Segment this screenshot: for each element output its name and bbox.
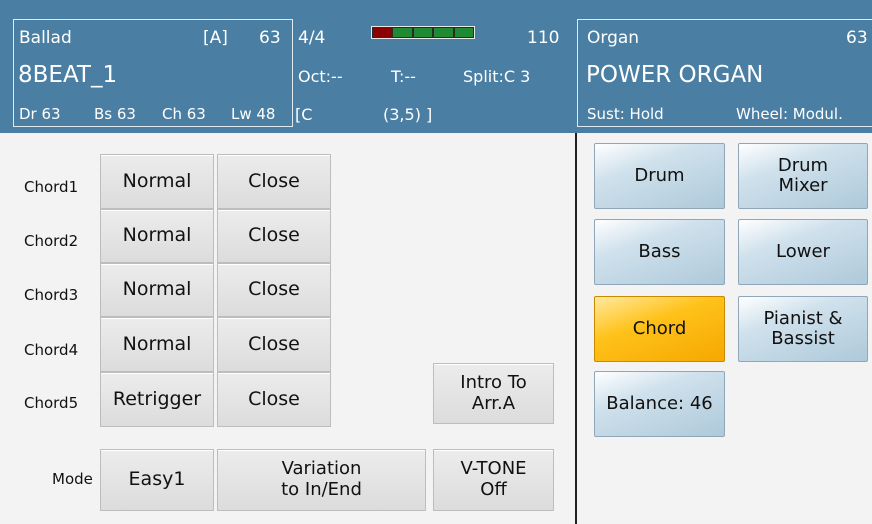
drum-mixer-button[interactable]: Drum Mixer [738, 143, 868, 209]
chord2-voicing-button[interactable]: Close [217, 209, 331, 263]
chord-type: (3,5) ] [383, 105, 433, 124]
intro-to-arr-button[interactable]: Intro To Arr.A [433, 363, 554, 424]
drum-button[interactable]: Drum [594, 143, 725, 209]
chord5-voicing-button[interactable]: Close [217, 372, 331, 427]
chord-button[interactable]: Chord [594, 296, 725, 362]
chord3-voicing-button[interactable]: Close [217, 263, 331, 317]
beat-indicator [454, 28, 474, 37]
style-number: 63 [259, 28, 281, 48]
bass-button[interactable]: Bass [594, 219, 725, 285]
wheel-setting: Wheel: Modul. [736, 105, 843, 123]
chord-root: [C [295, 105, 313, 124]
panel-divider [575, 133, 577, 524]
beat-indicator [434, 28, 453, 37]
sustain-setting: Sust: Hold [587, 105, 664, 123]
level-lower: Lw 48 [231, 105, 276, 123]
chord2-mode-button[interactable]: Normal [100, 209, 214, 263]
time-signature: 4/4 [298, 28, 326, 48]
chord4-label: Chord4 [24, 341, 79, 359]
mode-button[interactable]: Easy1 [100, 449, 214, 511]
chord4-mode-button[interactable]: Normal [100, 317, 214, 372]
beat-indicator [393, 28, 412, 37]
octave-value: Oct:-- [298, 67, 343, 86]
chord3-mode-button[interactable]: Normal [100, 263, 214, 317]
chord1-label: Chord1 [24, 178, 79, 196]
vtone-line1: V-TONE [460, 458, 527, 480]
vtone-button[interactable]: V-TONE Off [433, 449, 554, 511]
variation-line1: Variation [281, 458, 362, 480]
beat-indicator [413, 28, 433, 37]
pianist-line2: Bassist [771, 328, 835, 349]
split-value: Split:C 3 [463, 67, 531, 86]
drum-mixer-line2: Mixer [778, 175, 828, 196]
chord-settings-panel: Chord1 Normal Close Chord2 Normal Close … [0, 133, 872, 524]
chord3-label: Chord3 [24, 286, 79, 304]
lower-button[interactable]: Lower [738, 219, 868, 285]
voice-name: POWER ORGAN [586, 62, 764, 88]
variation-button[interactable]: Variation to In/End [217, 449, 426, 511]
chord5-mode-button[interactable]: Retrigger [100, 372, 214, 427]
style-bank: [A] [203, 28, 228, 48]
voice-number: 63 [846, 28, 868, 48]
transpose-value: T:-- [391, 67, 416, 86]
level-drum: Dr 63 [19, 105, 61, 123]
drum-mixer-line1: Drum [777, 155, 829, 177]
intro-line2: Arr.A [471, 392, 516, 414]
beat-indicator [373, 28, 392, 37]
status-header: Ballad [A] 63 8BEAT_1 Dr 63 Bs 63 Ch 63 … [0, 0, 872, 133]
variation-line2: to In/End [281, 479, 362, 500]
chord1-voicing-button[interactable]: Close [217, 154, 331, 209]
pianist-bassist-button[interactable]: Pianist & Bassist [738, 296, 868, 362]
intro-line1: Intro To [460, 371, 527, 393]
chord2-label: Chord2 [24, 232, 79, 250]
beat-meter [371, 26, 475, 39]
chord5-label: Chord5 [24, 394, 79, 412]
tempo-value: 110 [527, 28, 560, 48]
vtone-line2: Off [480, 479, 507, 500]
level-bass: Bs 63 [94, 105, 136, 123]
balance-button[interactable]: Balance: 46 [594, 371, 725, 437]
pianist-line1: Pianist & [763, 308, 843, 330]
style-name: 8BEAT_1 [18, 62, 118, 88]
chord4-voicing-button[interactable]: Close [217, 317, 331, 372]
mode-label: Mode [52, 470, 93, 488]
chord1-mode-button[interactable]: Normal [100, 154, 214, 209]
voice-category: Organ [587, 28, 640, 48]
style-category: Ballad [19, 28, 72, 48]
level-chord: Ch 63 [162, 105, 206, 123]
